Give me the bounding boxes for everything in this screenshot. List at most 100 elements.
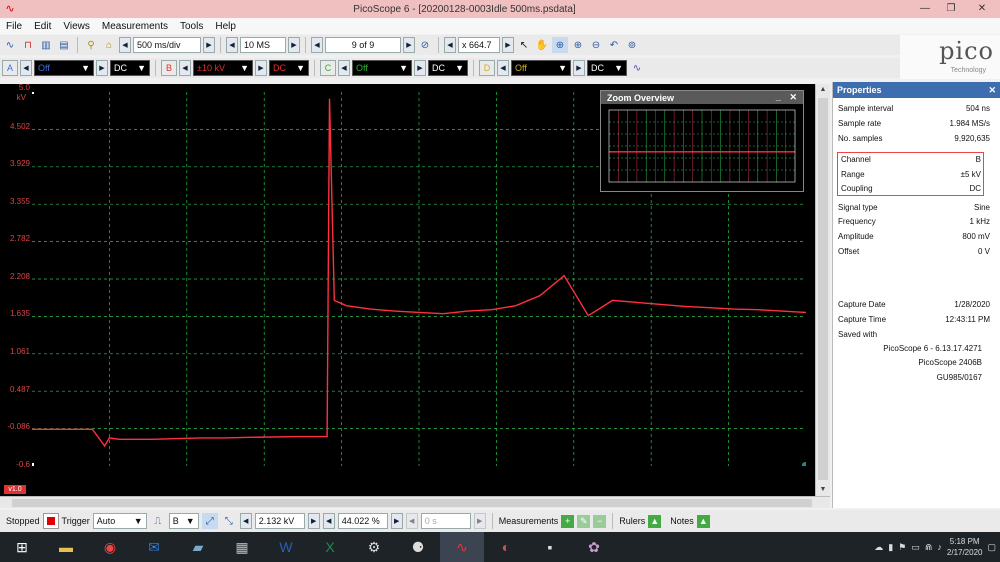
- channel-d-coupling-select[interactable]: DC ▼: [587, 60, 627, 76]
- windows-start-icon[interactable]: ⊞: [0, 532, 44, 562]
- network-icon[interactable]: ▮: [888, 542, 893, 553]
- zoom-overview-plot[interactable]: [601, 104, 803, 191]
- channel-c-label[interactable]: C: [320, 60, 336, 76]
- channel-a-range-select[interactable]: Off ▼: [34, 60, 94, 76]
- buffer-overview-icon[interactable]: ⊘: [417, 37, 433, 53]
- channel-b-coupling-select[interactable]: DC ▼: [269, 60, 309, 76]
- delay-input[interactable]: 0 s: [420, 513, 471, 529]
- channel-c-range-select[interactable]: Off ▼: [352, 60, 412, 76]
- edit-measurement-button[interactable]: ✎: [577, 514, 591, 528]
- samples-up-button[interactable]: ▶: [288, 37, 300, 53]
- math-channels-icon[interactable]: ∿: [629, 60, 645, 76]
- timebase-down-button[interactable]: ◀: [119, 37, 131, 53]
- gauge-app-icon[interactable]: ◐: [484, 532, 528, 562]
- notifications-icon[interactable]: ▢: [987, 542, 996, 553]
- zoom-overview-window[interactable]: Zoom Overview _ ✕: [600, 90, 804, 192]
- notes-app-icon[interactable]: ▰: [176, 532, 220, 562]
- channel-scale-badge[interactable]: v1.0: [4, 485, 26, 494]
- minimize-icon[interactable]: —: [912, 0, 938, 18]
- notes-button[interactable]: ▲: [696, 514, 710, 528]
- channel-d-range-select[interactable]: Off ▼: [511, 60, 571, 76]
- menu-tools[interactable]: Tools: [174, 21, 209, 32]
- restore-icon[interactable]: ❐: [938, 0, 964, 18]
- channel-c-down-button[interactable]: ◀: [338, 60, 350, 76]
- trigger-settings-icon[interactable]: ⎍: [150, 513, 166, 529]
- home-icon[interactable]: ⌂: [101, 37, 117, 53]
- menu-file[interactable]: File: [0, 21, 28, 32]
- delete-measurement-button[interactable]: −: [593, 514, 607, 528]
- engine-app-icon[interactable]: ⚈: [396, 532, 440, 562]
- scroll-thumb[interactable]: [818, 98, 828, 480]
- vertical-scrollbar[interactable]: ▲ ▼: [815, 84, 830, 496]
- outlook-icon[interactable]: ✉: [132, 532, 176, 562]
- menu-edit[interactable]: Edit: [28, 21, 57, 32]
- probe-icon[interactable]: ⚲: [83, 37, 99, 53]
- zoom-down-button[interactable]: ◀: [444, 37, 456, 53]
- trigger-level-up-button[interactable]: ▶: [307, 513, 320, 529]
- menu-help[interactable]: Help: [209, 21, 242, 32]
- channel-a-coupling-select[interactable]: DC ▼: [110, 60, 150, 76]
- persistence-mode-icon[interactable]: ⊓: [20, 37, 36, 53]
- paint-app-icon[interactable]: ✿: [572, 532, 616, 562]
- flag-icon[interactable]: ⚑: [898, 542, 906, 553]
- close-icon[interactable]: ✕: [786, 92, 800, 102]
- scope-mode-icon[interactable]: ∿: [2, 37, 18, 53]
- trigger-channel-select[interactable]: B ▼: [168, 513, 199, 529]
- stop-button[interactable]: [42, 513, 59, 529]
- samples-down-button[interactable]: ◀: [226, 37, 238, 53]
- zoom-in-icon[interactable]: ⊕: [570, 37, 586, 53]
- channel-a-up-button[interactable]: ▶: [96, 60, 108, 76]
- channel-a-label[interactable]: A: [2, 60, 18, 76]
- zoom-fit-icon[interactable]: ⊚: [624, 37, 640, 53]
- pointer-icon[interactable]: ↖: [516, 37, 532, 53]
- delay-up-button[interactable]: ▶: [473, 513, 486, 529]
- scroll-up-icon[interactable]: ▲: [816, 84, 830, 96]
- channel-b-label[interactable]: B: [161, 60, 177, 76]
- channel-b-range-select[interactable]: ±10 kV ▼: [193, 60, 253, 76]
- close-icon[interactable]: ✕: [988, 85, 996, 96]
- horizontal-scrollbar[interactable]: [0, 496, 830, 508]
- channel-d-up-button[interactable]: ▶: [573, 60, 585, 76]
- buffer-next-button[interactable]: ▶: [403, 37, 415, 53]
- ruler-handle-bottom[interactable]: [32, 463, 34, 466]
- spectrum-mode-icon[interactable]: ▥: [38, 37, 54, 53]
- wifi-icon[interactable]: ⋒: [925, 542, 933, 553]
- battery-icon[interactable]: ▭: [911, 542, 920, 553]
- channel-b-down-button[interactable]: ◀: [179, 60, 191, 76]
- zoom-area-icon[interactable]: ⊕: [552, 37, 568, 53]
- close-icon[interactable]: ✕: [964, 0, 1000, 18]
- undo-zoom-icon[interactable]: ↶: [606, 37, 622, 53]
- scope-view[interactable]: 5.0 kV 4.502 3.929 3.355 2.782 2.208 1.6…: [0, 83, 830, 496]
- hand-icon[interactable]: ✋: [534, 37, 550, 53]
- ruler-handle-top[interactable]: [32, 92, 34, 94]
- file-explorer-icon[interactable]: ▬: [44, 532, 88, 562]
- delay-down-button[interactable]: ◀: [405, 513, 418, 529]
- spectrum-persist-icon[interactable]: ▤: [56, 37, 72, 53]
- samples-select[interactable]: 10 MS: [240, 37, 286, 53]
- channel-d-label[interactable]: D: [479, 60, 495, 76]
- menu-measurements[interactable]: Measurements: [96, 21, 174, 32]
- cloud-icon[interactable]: ☁: [874, 542, 883, 553]
- zoom-out-icon[interactable]: ⊖: [588, 37, 604, 53]
- pretrigger-down-button[interactable]: ◀: [322, 513, 335, 529]
- rising-edge-icon[interactable]: ⤢: [201, 513, 218, 529]
- word-icon[interactable]: W: [264, 532, 308, 562]
- scroll-thumb[interactable]: [12, 499, 812, 507]
- scroll-down-icon[interactable]: ▼: [816, 484, 830, 496]
- timebase-up-button[interactable]: ▶: [203, 37, 215, 53]
- zoom-factor[interactable]: x 664.7: [458, 37, 500, 53]
- channel-b-up-button[interactable]: ▶: [255, 60, 267, 76]
- channel-c-coupling-select[interactable]: DC ▼: [428, 60, 468, 76]
- pretrigger-input[interactable]: 44.022 %: [337, 513, 388, 529]
- trigger-marker[interactable]: [802, 462, 806, 466]
- trigger-level-input[interactable]: 2.132 kV: [254, 513, 305, 529]
- calculator-icon[interactable]: ▦: [220, 532, 264, 562]
- timebase-select[interactable]: 500 ms/div: [133, 37, 201, 53]
- channel-a-down-button[interactable]: ◀: [20, 60, 32, 76]
- chrome-icon[interactable]: ◉: [88, 532, 132, 562]
- tools-app-icon[interactable]: ⚙: [352, 532, 396, 562]
- excel-icon[interactable]: X: [308, 532, 352, 562]
- chip-app-icon[interactable]: ▪: [528, 532, 572, 562]
- menu-views[interactable]: Views: [57, 21, 96, 32]
- zoom-up-button[interactable]: ▶: [502, 37, 514, 53]
